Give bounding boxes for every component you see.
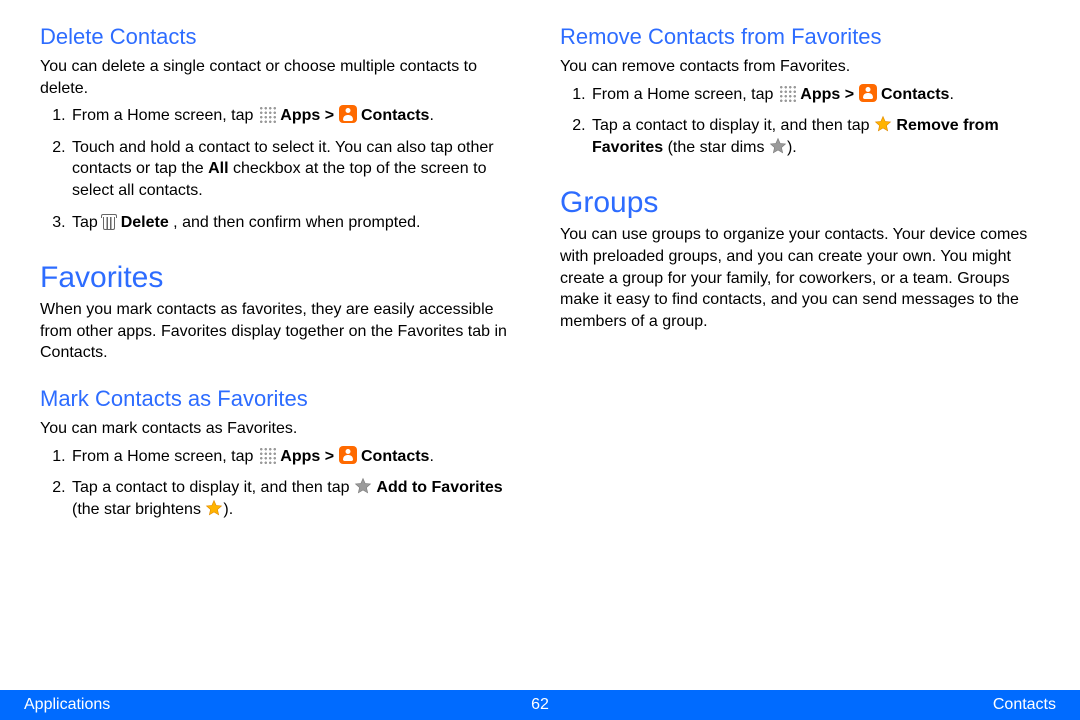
- heading-delete-contacts: Delete Contacts: [40, 24, 520, 50]
- heading-remove-favorites: Remove Contacts from Favorites: [560, 24, 1040, 50]
- groups-intro: You can use groups to organize your cont…: [560, 224, 1040, 332]
- remove-intro: You can remove contacts from Favorites.: [560, 56, 1040, 78]
- list-item: From a Home screen, tap Apps > Contacts.: [590, 84, 1040, 106]
- star-icon: [354, 477, 372, 495]
- list-item: Tap a contact to display it, and then ta…: [70, 477, 520, 520]
- star-bright-icon: [205, 499, 223, 517]
- list-item: Tap a contact to display it, and then ta…: [590, 115, 1040, 158]
- footer-page-number: 62: [531, 696, 549, 714]
- trash-icon: [102, 214, 116, 230]
- mark-intro: You can mark contacts as Favorites.: [40, 418, 520, 440]
- left-column: Delete Contacts You can delete a single …: [40, 16, 520, 690]
- delete-steps: From a Home screen, tap Apps > Contacts.…: [40, 105, 520, 233]
- contacts-icon: [339, 105, 357, 123]
- list-item: From a Home screen, tap Apps > Contacts.: [70, 105, 520, 127]
- list-item: Touch and hold a contact to select it. Y…: [70, 137, 520, 202]
- footer-left: Applications: [24, 696, 110, 714]
- delete-intro: You can delete a single contact or choos…: [40, 56, 520, 99]
- footer-bar: Applications 62 Contacts: [0, 690, 1080, 720]
- contacts-icon: [859, 84, 877, 102]
- star-icon: [874, 115, 892, 133]
- footer-right: Contacts: [993, 696, 1056, 714]
- heading-groups: Groups: [560, 186, 1040, 220]
- favorites-intro: When you mark contacts as favorites, the…: [40, 299, 520, 364]
- right-column: Remove Contacts from Favorites You can r…: [560, 16, 1040, 690]
- apps-icon: [778, 84, 796, 102]
- list-item: From a Home screen, tap Apps > Contacts.: [70, 446, 520, 468]
- star-dim-icon: [769, 137, 787, 155]
- mark-steps: From a Home screen, tap Apps > Contacts.…: [40, 446, 520, 521]
- remove-steps: From a Home screen, tap Apps > Contacts.…: [560, 84, 1040, 159]
- apps-icon: [258, 446, 276, 464]
- apps-icon: [258, 105, 276, 123]
- contacts-icon: [339, 446, 357, 464]
- heading-favorites: Favorites: [40, 261, 520, 295]
- heading-mark-favorites: Mark Contacts as Favorites: [40, 386, 520, 412]
- list-item: Tap Delete , and then confirm when promp…: [70, 212, 520, 234]
